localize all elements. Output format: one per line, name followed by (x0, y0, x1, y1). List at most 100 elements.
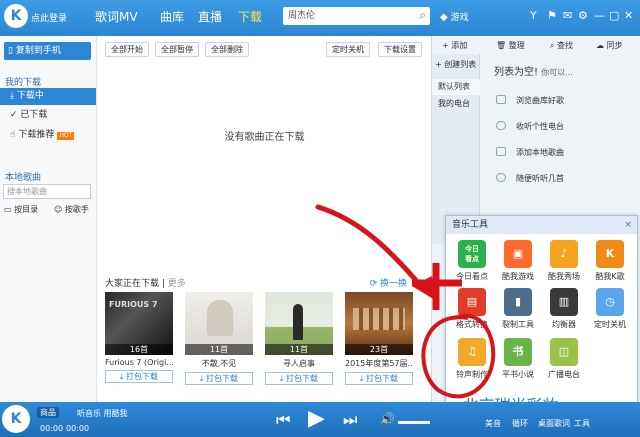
by-directory-button[interactable]: ▭ 按目录 (4, 204, 38, 215)
album-title[interactable]: Furious 7 (Origi... (105, 358, 173, 367)
desktop-lyrics-button[interactable]: 桌面歌词 (538, 418, 570, 429)
volume-icon[interactable]: 🔊 (380, 412, 395, 426)
album-card[interactable]: 11首 寻人启事 ⤓ 打包下载 (265, 292, 333, 385)
tool-label: 酷我游戏 (502, 272, 534, 281)
local-search-input[interactable]: 搜本地歌曲 (3, 184, 91, 199)
tool-item[interactable]: K 酷我K歌 (590, 240, 630, 282)
download-settings-button[interactable]: 下载设置 (378, 42, 422, 57)
tools-button[interactable]: 工具 (574, 418, 590, 429)
sidebar-item-recommend[interactable]: ☝ 下载推荐 HOT (0, 127, 96, 144)
copy-to-phone-button[interactable]: ▯ 复制到手机 (4, 42, 91, 60)
minimize-icon[interactable]: — (594, 9, 605, 22)
product-badge[interactable]: 商品 (37, 407, 59, 418)
empty-list-hint: 你可以... (541, 68, 573, 77)
option-browse-library[interactable]: 浏览曲库好歌 (516, 95, 564, 106)
loop-mode-button[interactable]: 循环 (512, 418, 528, 429)
nav-library[interactable]: 曲库 (160, 8, 184, 25)
login-link[interactable]: 点此登录 (31, 11, 67, 24)
organize-button[interactable]: 🗑 整理 (496, 40, 525, 51)
sync-button[interactable]: ☁ 同步 (596, 40, 623, 51)
tool-label: 裂制工具 (502, 320, 534, 329)
tool-item[interactable]: ♪ 酷我秀场 (544, 240, 584, 282)
skin-icon[interactable]: Y (530, 9, 537, 22)
download-panel: 全部开始 全部暂停 全部删除 定时关机 下载设置 没有歌曲正在下载 大家正在下载… (98, 36, 431, 402)
package-download-button[interactable]: ⤓ 打包下载 (265, 372, 333, 385)
option-random-play[interactable]: 随便听听几首 (516, 173, 564, 184)
sidebar-item-label: 下载推荐 (18, 130, 55, 140)
search-input[interactable]: 周杰伦 ⌕ (283, 7, 430, 25)
check-icon: ✓ (10, 110, 18, 120)
option-personal-radio[interactable]: 收听个性电台 (516, 121, 564, 132)
swap-button[interactable]: ⟳ 换一换 (370, 276, 407, 289)
tool-label: 今日看点 (456, 272, 488, 281)
close-icon[interactable]: ✕ (624, 9, 633, 22)
tool-label: 酷我K歌 (595, 272, 625, 281)
package-download-button[interactable]: ⤓ 打包下载 (345, 372, 413, 385)
album-cover[interactable]: 11首 (265, 292, 333, 355)
prev-icon[interactable]: ⏮ (276, 410, 290, 430)
list-item-my-radio[interactable]: 我的电台 (432, 96, 480, 112)
close-popup-icon[interactable]: × (624, 216, 632, 234)
tool-item[interactable]: ▮ 裂制工具 (498, 288, 538, 330)
tool-label: 格式转换 (456, 320, 488, 329)
tool-icon: ▮ (504, 288, 532, 316)
tshirt-icon[interactable]: ⚑ (547, 9, 557, 22)
nav-live[interactable]: 直播 (198, 8, 222, 25)
album-cover[interactable]: 23首 (345, 292, 413, 355)
list-item-default[interactable]: 默认列表 (432, 79, 480, 95)
thumb-icon: ☝ (10, 130, 16, 140)
tool-icon: ◫ (550, 338, 578, 366)
beauty-sound-toggle[interactable]: 美音 (485, 418, 501, 429)
album-art[interactable]: K (2, 405, 30, 433)
add-button[interactable]: + 添加 (442, 40, 467, 51)
start-all-button[interactable]: 全部开始 (105, 42, 149, 57)
package-download-button[interactable]: ⤓ 打包下载 (185, 372, 253, 385)
more-link[interactable]: 更多 (168, 279, 186, 289)
next-icon[interactable]: ⏭ (343, 410, 357, 430)
tool-label: 铃声制作 (456, 370, 488, 379)
album-title[interactable]: 2015年度第57届... (345, 358, 413, 369)
tool-icon: 书 (504, 338, 532, 366)
tool-item[interactable]: ◫ 广播电台 (544, 338, 584, 380)
tool-item[interactable]: ♫ 铃声制作 (452, 338, 492, 380)
refresh-icon: ⟳ (369, 279, 378, 289)
by-singer-button[interactable]: ☺ 按歌手 (54, 204, 89, 215)
game-link[interactable]: ◆ 游戏 (440, 10, 469, 23)
sidebar-item-downloaded[interactable]: ✓ 已下载 (0, 107, 96, 124)
album-card[interactable]: 23首 2015年度第57届... ⤓ 打包下载 (345, 292, 413, 385)
pause-all-button[interactable]: 全部暂停 (155, 42, 199, 57)
radio-icon (496, 121, 506, 130)
album-cover[interactable]: 11首 (185, 292, 253, 355)
timed-shutdown-button[interactable]: 定时关机 (326, 42, 370, 57)
play-icon[interactable]: ▶ (308, 406, 325, 431)
message-icon[interactable]: ✉ (563, 9, 572, 22)
find-button[interactable]: ⌕ 查找 (550, 40, 573, 51)
album-card[interactable]: 11首 不散,不见 ⤓ 打包下载 (185, 292, 253, 385)
tool-icon: 今日 看点 (458, 240, 486, 268)
tool-item[interactable]: ▥ 均衡器 (544, 288, 584, 330)
volume-slider[interactable] (398, 421, 430, 424)
trash-icon: 🗑 (496, 41, 507, 50)
album-cover[interactable]: FURIOUS 7 16首 (105, 292, 173, 355)
kuwo-logo[interactable]: K (4, 4, 28, 28)
nav-lyrics-mv[interactable]: 歌词MV (95, 8, 138, 25)
package-download-button[interactable]: ⤓ 打包下载 (105, 370, 173, 383)
album-title[interactable]: 不散,不见 (185, 358, 253, 369)
create-list-button[interactable]: + 创建列表 (432, 57, 480, 73)
nav-download[interactable]: 下载 (238, 8, 262, 25)
album-title[interactable]: 寻人启事 (265, 358, 333, 369)
tool-item[interactable]: ◷ 定时关机 (590, 288, 630, 330)
package-download-label: 打包下载 (366, 374, 399, 383)
tool-item[interactable]: 书平书小说 (498, 338, 538, 380)
search-icon[interactable]: ⌕ (419, 6, 426, 24)
sync-label: 同步 (606, 41, 623, 50)
tool-item[interactable]: 今日 看点 今日看点 (452, 240, 492, 282)
settings-icon[interactable]: ⚙ (578, 9, 588, 22)
album-card[interactable]: FURIOUS 7 16首 Furious 7 (Origi... ⤓ 打包下载 (105, 292, 173, 383)
tool-item[interactable]: ▣ 酷我游戏 (498, 240, 538, 282)
maximize-icon[interactable]: ▢ (609, 9, 619, 22)
option-add-local[interactable]: 添加本地歌曲 (516, 147, 564, 158)
tool-item[interactable]: ▤ 格式转换 (452, 288, 492, 330)
delete-all-button[interactable]: 全部删除 (205, 42, 249, 57)
sidebar-item-downloading[interactable]: ⤓ 下载中 (0, 88, 96, 105)
